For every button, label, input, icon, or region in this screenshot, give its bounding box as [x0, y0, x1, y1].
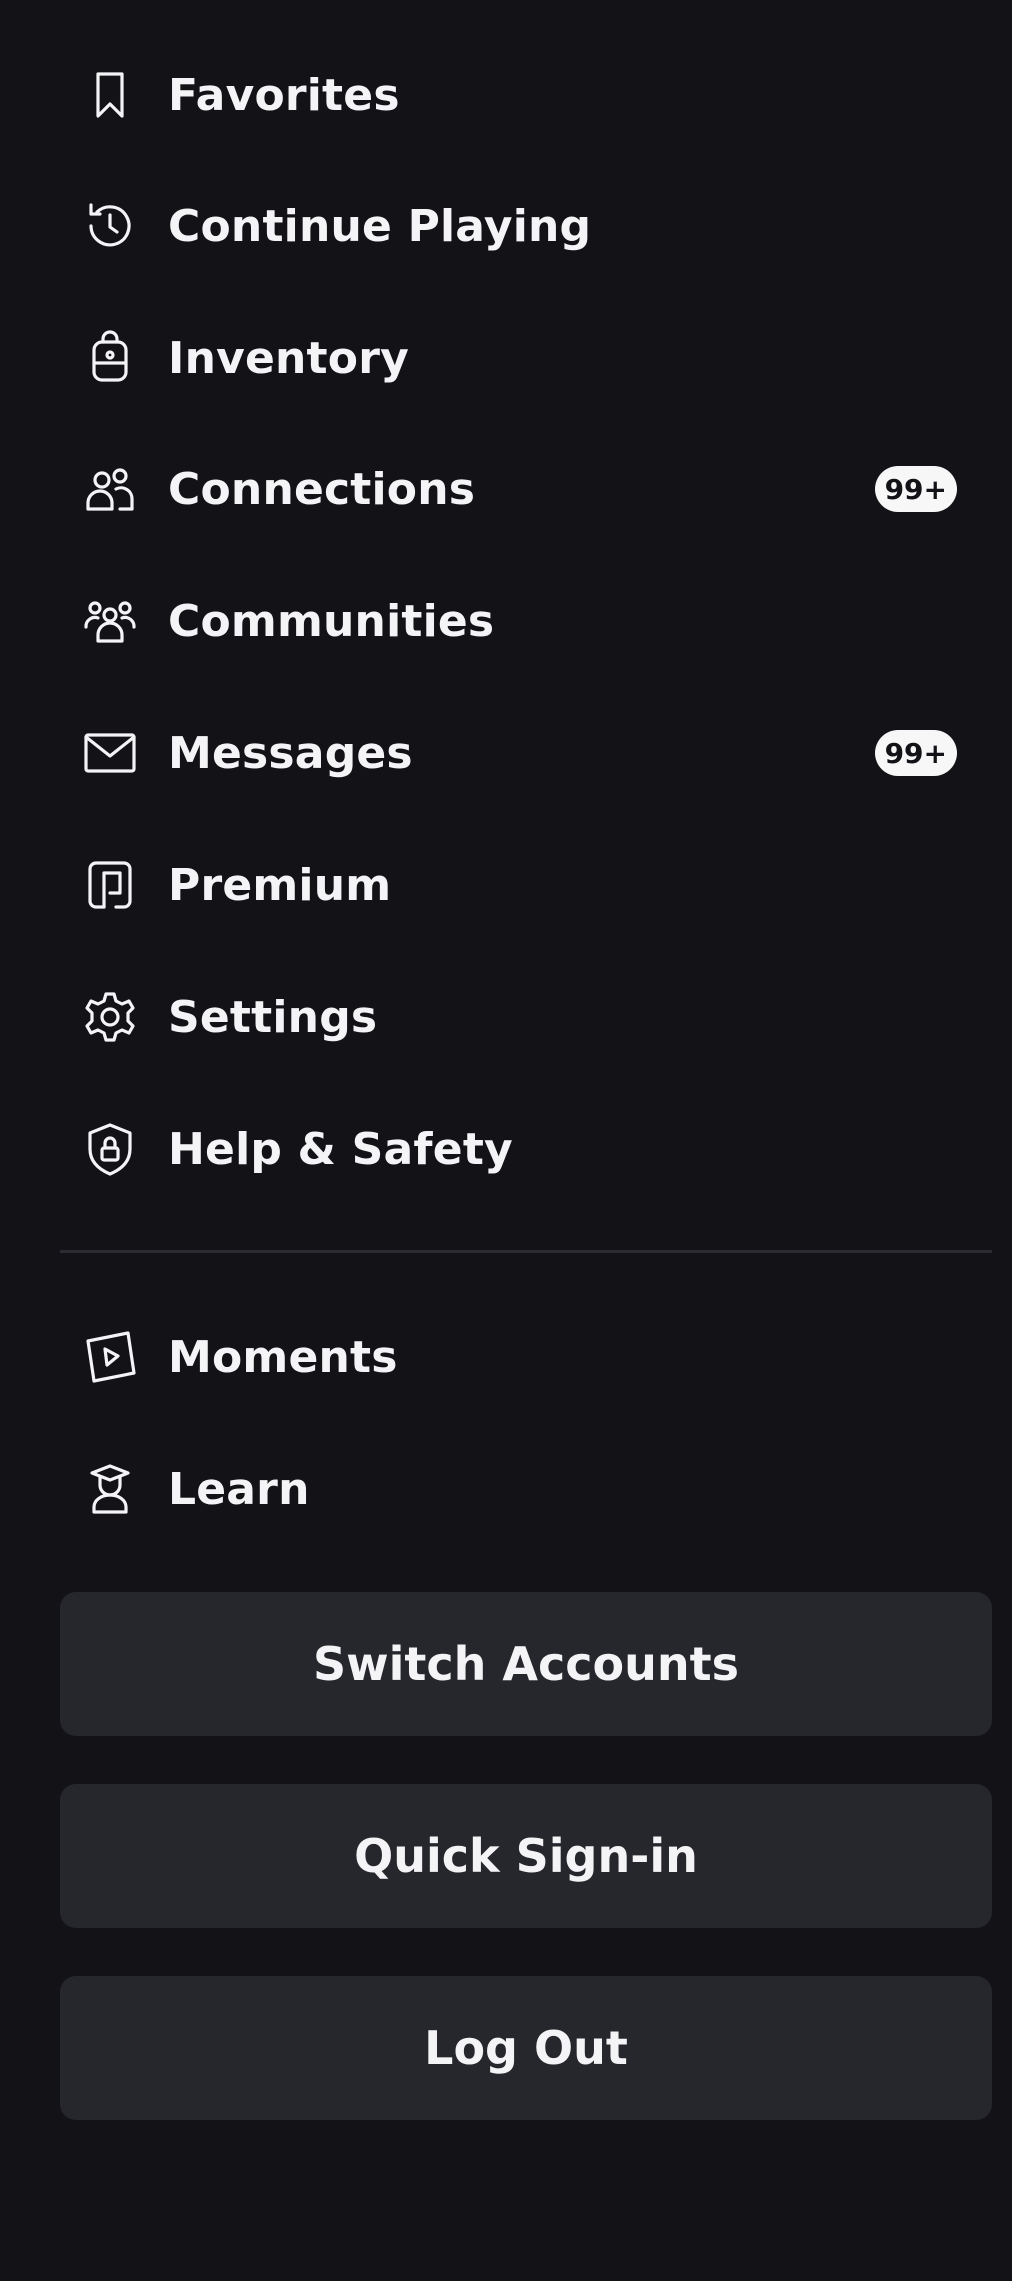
menu-item-label: Settings [168, 991, 378, 1043]
menu-item-settings[interactable]: Settings [60, 957, 960, 1077]
menu-item-communities[interactable]: Communities [60, 561, 960, 681]
menu-item-label: Learn [168, 1463, 310, 1515]
shield-lock-icon [60, 1119, 168, 1179]
premium-icon [60, 855, 168, 915]
quick-sign-in-button[interactable]: Quick Sign-in [60, 1784, 992, 1928]
menu-item-label: Inventory [168, 332, 409, 384]
notification-badge: 99+ [874, 466, 957, 512]
bookmark-icon [60, 65, 168, 125]
gear-icon [60, 987, 168, 1047]
graduate-icon [60, 1459, 168, 1519]
menu-item-premium[interactable]: Premium [60, 825, 960, 945]
menu-item-continue-playing[interactable]: Continue Playing [60, 166, 960, 286]
menu-item-label: Communities [168, 595, 495, 647]
notification-badge: 99+ [874, 730, 957, 776]
log-out-button[interactable]: Log Out [60, 1976, 992, 2120]
menu-item-connections[interactable]: Connections 99+ [60, 429, 960, 549]
menu-item-help-safety[interactable]: Help & Safety [60, 1089, 960, 1209]
menu-item-inventory[interactable]: Inventory [60, 298, 960, 418]
backpack-icon [60, 328, 168, 388]
menu-item-label: Premium [168, 859, 392, 911]
menu-item-label: Favorites [168, 69, 400, 121]
menu-item-learn[interactable]: Learn [60, 1429, 960, 1549]
menu-item-label: Moments [168, 1331, 398, 1383]
menu-divider [60, 1250, 992, 1253]
play-card-icon [60, 1327, 168, 1387]
menu-item-moments[interactable]: Moments [60, 1297, 960, 1417]
menu-item-label: Help & Safety [168, 1123, 513, 1175]
people-icon [60, 459, 168, 519]
switch-accounts-button[interactable]: Switch Accounts [60, 1592, 992, 1736]
history-icon [60, 196, 168, 256]
envelope-icon [60, 723, 168, 783]
menu-item-label: Messages [168, 727, 413, 779]
menu-item-label: Continue Playing [168, 200, 592, 252]
group-icon [60, 591, 168, 651]
menu-item-messages[interactable]: Messages 99+ [60, 693, 960, 813]
menu-item-label: Connections [168, 463, 476, 515]
menu-item-favorites[interactable]: Favorites [60, 35, 960, 155]
